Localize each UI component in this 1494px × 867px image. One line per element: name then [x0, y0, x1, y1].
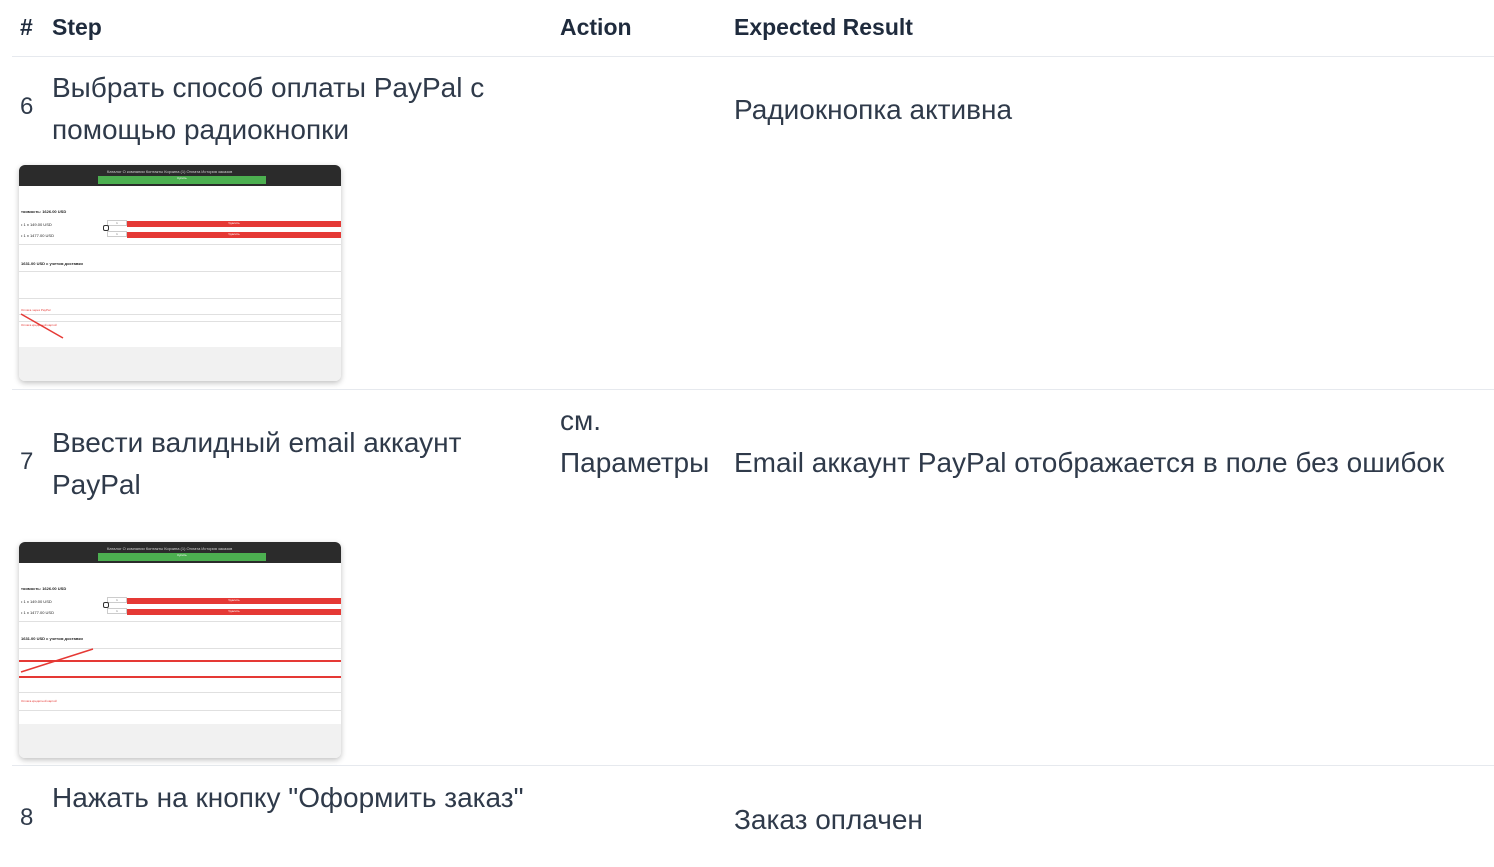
action-params-link[interactable]: см. Параметры [560, 400, 710, 484]
column-header-action: Action [560, 14, 632, 40]
table-header: # Step Action Expected Result [12, 0, 1494, 57]
thumbnail-footer [19, 347, 341, 381]
step-number: 7 [20, 448, 34, 475]
step-text: Выбрать способ оплаты PayPal с помощью р… [52, 72, 485, 145]
table-row: 8 Нажать на кнопку "Оформить заказ" Зака… [12, 766, 1494, 867]
column-header-number: # [20, 14, 33, 40]
step-number: 8 [20, 804, 34, 831]
step-text: Нажать на кнопку "Оформить заказ" [52, 782, 524, 813]
thumbnail-footer [19, 724, 341, 758]
table-row: 7 Ввести валидный email аккаунт PayPal с… [12, 390, 1494, 766]
expected-result-text: Email аккаунт PayPal отображается в поле… [734, 447, 1445, 478]
test-steps-table: # Step Action Expected Result 6 Выбрать … [0, 0, 1494, 867]
step-screenshot-thumbnail[interactable]: Каталог О компании Контакты Корзина (1) … [19, 165, 341, 381]
expected-result-text: Радиокнопка активна [734, 94, 1013, 125]
column-header-expected: Expected Result [734, 14, 913, 40]
step-text: Ввести валидный email аккаунт PayPal [52, 427, 462, 500]
step-screenshot-thumbnail[interactable]: Каталог О компании Контакты Корзина (1) … [19, 542, 341, 758]
step-number: 6 [20, 93, 34, 120]
table-row: 6 Выбрать способ оплаты PayPal с помощью… [12, 57, 1494, 390]
column-header-step: Step [52, 14, 102, 40]
expected-result-text: Заказ оплачен [734, 804, 923, 835]
